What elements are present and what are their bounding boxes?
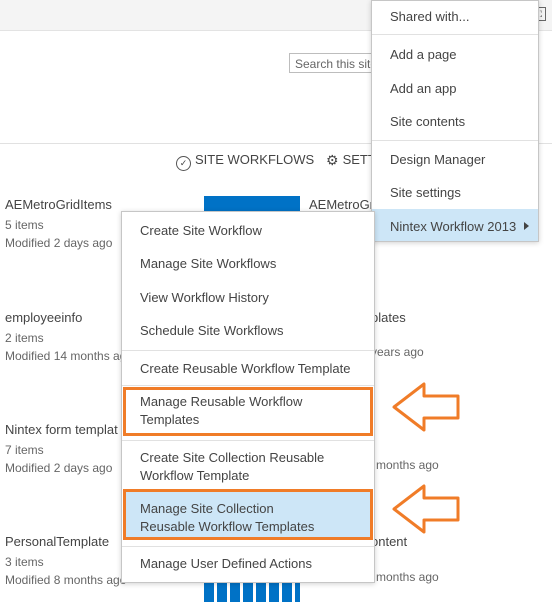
menu-separator bbox=[122, 440, 374, 441]
menu-separator bbox=[372, 140, 538, 141]
submenu-item-schedule-site-workflows[interactable]: Schedule Site Workflows bbox=[140, 322, 284, 340]
callout-arrow-icon bbox=[392, 382, 460, 432]
tile-title[interactable]: AEMetroGridItems bbox=[5, 197, 112, 212]
tile-count: 5 items bbox=[5, 218, 44, 232]
menu-separator bbox=[372, 34, 538, 35]
tile-title[interactable]: PersonalTemplate bbox=[5, 534, 126, 549]
submenu-item-create-site-collection-template[interactable]: Create Site Collection Reusable Workflow… bbox=[140, 449, 330, 485]
submenu-item-create-site-workflow[interactable]: Create Site Workflow bbox=[140, 222, 262, 240]
submenu-item-manage-user-defined-actions[interactable]: Manage User Defined Actions bbox=[140, 555, 312, 573]
annotation-box-manage-site-collection bbox=[123, 489, 373, 540]
menu-item-site-settings[interactable]: Site settings bbox=[390, 185, 461, 200]
tile-count: 3 items bbox=[5, 555, 44, 569]
menu-separator bbox=[122, 350, 374, 351]
tile-title[interactable]: plates bbox=[371, 310, 424, 325]
search-input[interactable]: Search this site bbox=[289, 53, 379, 73]
tile-modified: months ago bbox=[376, 458, 439, 472]
tile-modified: months ago bbox=[376, 570, 439, 584]
tile-modified: Modified 2 days ago bbox=[5, 461, 113, 475]
menu-separator bbox=[122, 546, 374, 547]
tile-right-4-modified: months ago bbox=[376, 570, 439, 584]
tile-count: 2 items bbox=[5, 331, 44, 345]
tile-count: 7 items bbox=[5, 443, 44, 457]
tile-aemetrogriditems[interactable]: AEMetroGridItems 5 items Modified 2 days… bbox=[5, 197, 112, 254]
menu-item-add-page[interactable]: Add a page bbox=[390, 47, 457, 62]
tile-modified: Modified 14 months ago bbox=[5, 349, 134, 363]
callout-arrow-icon bbox=[392, 484, 460, 534]
tile-nintex-form-templates[interactable]: Nintex form templat 7 items Modified 2 d… bbox=[5, 422, 118, 479]
tile-title[interactable]: Nintex form templat bbox=[5, 422, 118, 437]
menu-item-design-manager[interactable]: Design Manager bbox=[390, 152, 485, 167]
submenu-item-create-reusable-template[interactable]: Create Reusable Workflow Template bbox=[140, 360, 351, 378]
submenu-item-manage-site-workflows[interactable]: Manage Site Workflows bbox=[140, 255, 276, 273]
site-actions-menu: Shared with... Add a page Add an app Sit… bbox=[371, 0, 539, 242]
tile-modified: Modified 8 months ago bbox=[5, 573, 127, 587]
menu-separator bbox=[122, 385, 374, 386]
tile-title[interactable]: AEMetroGri bbox=[309, 197, 377, 212]
menu-item-site-contents[interactable]: Site contents bbox=[390, 114, 465, 129]
tile-title[interactable]: employeeinfo bbox=[5, 310, 133, 325]
tile-right-4[interactable]: ontent bbox=[371, 534, 407, 569]
gear-icon: ⚙ bbox=[326, 152, 339, 168]
site-workflows-button[interactable]: ✓ SITE WORKFLOWS bbox=[176, 152, 314, 171]
menu-item-shared-with[interactable]: Shared with... bbox=[390, 9, 470, 24]
menu-item-add-app[interactable]: Add an app bbox=[390, 81, 457, 96]
tile-modified: years ago bbox=[371, 345, 424, 359]
menu-item-nintex-workflow[interactable]: Nintex Workflow 2013 bbox=[390, 219, 516, 234]
tile-personaltemplate[interactable]: PersonalTemplate 3 items Modified 8 mont… bbox=[5, 534, 126, 591]
tile-right-2[interactable]: plates years ago bbox=[371, 310, 424, 359]
tile-title[interactable]: ontent bbox=[371, 534, 407, 549]
submenu-arrow-icon bbox=[524, 222, 529, 230]
annotation-box-manage-reusable bbox=[123, 387, 373, 436]
workflow-check-icon: ✓ bbox=[176, 156, 191, 171]
tile-modified: Modified 2 days ago bbox=[5, 236, 113, 250]
submenu-item-view-workflow-history[interactable]: View Workflow History bbox=[140, 289, 269, 307]
tile-employeeinfo[interactable]: employeeinfo 2 items Modified 14 months … bbox=[5, 310, 133, 367]
tile-right-3[interactable]: months ago bbox=[376, 458, 439, 472]
